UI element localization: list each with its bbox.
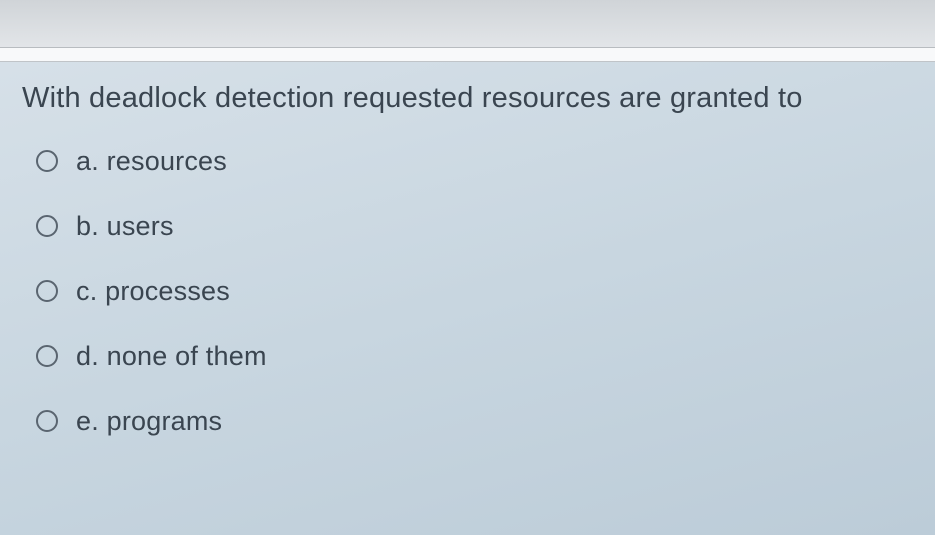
option-b[interactable]: b. users — [22, 211, 913, 242]
radio-icon[interactable] — [36, 215, 58, 237]
option-label: d. none of them — [76, 341, 267, 372]
question-text: With deadlock detection requested resour… — [22, 80, 913, 118]
separator — [0, 48, 935, 62]
radio-icon[interactable] — [36, 345, 58, 367]
option-a[interactable]: a. resources — [22, 146, 913, 177]
option-label: c. processes — [76, 276, 230, 307]
option-label: a. resources — [76, 146, 227, 177]
option-label: e. programs — [76, 406, 222, 437]
option-label: b. users — [76, 211, 174, 242]
radio-icon[interactable] — [36, 280, 58, 302]
question-panel: With deadlock detection requested resour… — [0, 62, 935, 535]
top-bar — [0, 0, 935, 48]
option-d[interactable]: d. none of them — [22, 341, 913, 372]
option-e[interactable]: e. programs — [22, 406, 913, 437]
radio-icon[interactable] — [36, 410, 58, 432]
option-c[interactable]: c. processes — [22, 276, 913, 307]
radio-icon[interactable] — [36, 150, 58, 172]
